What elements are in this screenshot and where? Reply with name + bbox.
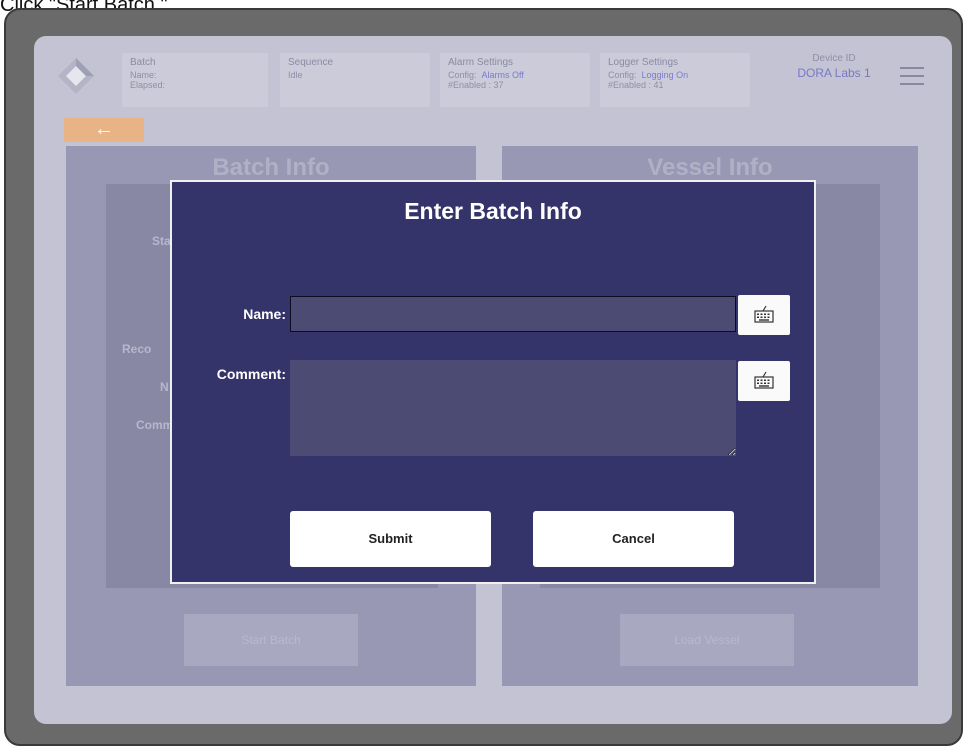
device-id-title: Device ID: [812, 53, 856, 64]
batch-info-title: Batch Info: [212, 154, 330, 181]
batch-label-recipe: Reco: [122, 342, 152, 356]
keyboard-icon: [754, 371, 774, 389]
alarm-config-value: Alarms Off: [481, 70, 524, 80]
cancel-button[interactable]: Cancel: [533, 511, 734, 567]
device-id-value: DORA Labs 1: [797, 66, 871, 80]
alarm-config-label: Config:: [448, 70, 477, 80]
logger-enabled-count: #Enabled : 41: [608, 80, 664, 90]
submit-button[interactable]: Submit: [290, 511, 491, 567]
batch-label-comment: Comm: [136, 418, 174, 432]
batch-name-label: Name:: [130, 70, 157, 80]
logger-config-value: Logging On: [641, 70, 689, 80]
start-batch-button[interactable]: Start Batch: [184, 614, 358, 666]
batch-status-title: Batch: [130, 57, 156, 68]
sequence-cell: Sequence Idle: [280, 53, 430, 107]
device-id: Device ID DORA Labs 1: [786, 53, 882, 80]
alarm-settings-cell[interactable]: Alarm Settings Config: Alarms Off #Enabl…: [440, 53, 590, 107]
sequence-value: Idle: [288, 70, 303, 80]
sequence-title: Sequence: [288, 57, 334, 68]
batch-elapsed-label: Elapsed:: [130, 80, 166, 90]
name-input[interactable]: [290, 296, 736, 332]
comment-input[interactable]: [290, 360, 736, 456]
back-button[interactable]: ←: [64, 118, 144, 142]
keyboard-icon: [754, 305, 774, 323]
enter-batch-info-dialog: Enter Batch Info Name: Comment: Submit C…: [170, 180, 816, 584]
alarm-enabled-count: #Enabled : 37: [448, 80, 504, 90]
logger-settings-title: Logger Settings: [608, 57, 679, 68]
name-keyboard-button[interactable]: [738, 295, 790, 335]
alarm-settings-title: Alarm Settings: [448, 57, 514, 68]
top-bar: Batch Name: Elapsed: Sequence Idle Alarm…: [34, 36, 952, 110]
batch-status-cell: Batch Name: Elapsed:: [122, 53, 268, 107]
name-label: Name:: [243, 306, 286, 322]
batch-label-status: Sta: [152, 234, 171, 248]
vessel-info-title: Vessel Info: [647, 154, 773, 181]
comment-label: Comment:: [216, 366, 286, 382]
load-vessel-button[interactable]: Load Vessel: [620, 614, 794, 666]
dialog-title: Enter Batch Info: [404, 198, 582, 224]
logger-config-label: Config:: [608, 70, 637, 80]
comment-keyboard-button[interactable]: [738, 361, 790, 401]
hamburger-menu-icon[interactable]: [900, 67, 924, 85]
logo-icon: [58, 58, 94, 94]
batch-label-name: N: [160, 380, 169, 394]
logger-settings-cell[interactable]: Logger Settings Config: Logging On #Enab…: [600, 53, 750, 107]
